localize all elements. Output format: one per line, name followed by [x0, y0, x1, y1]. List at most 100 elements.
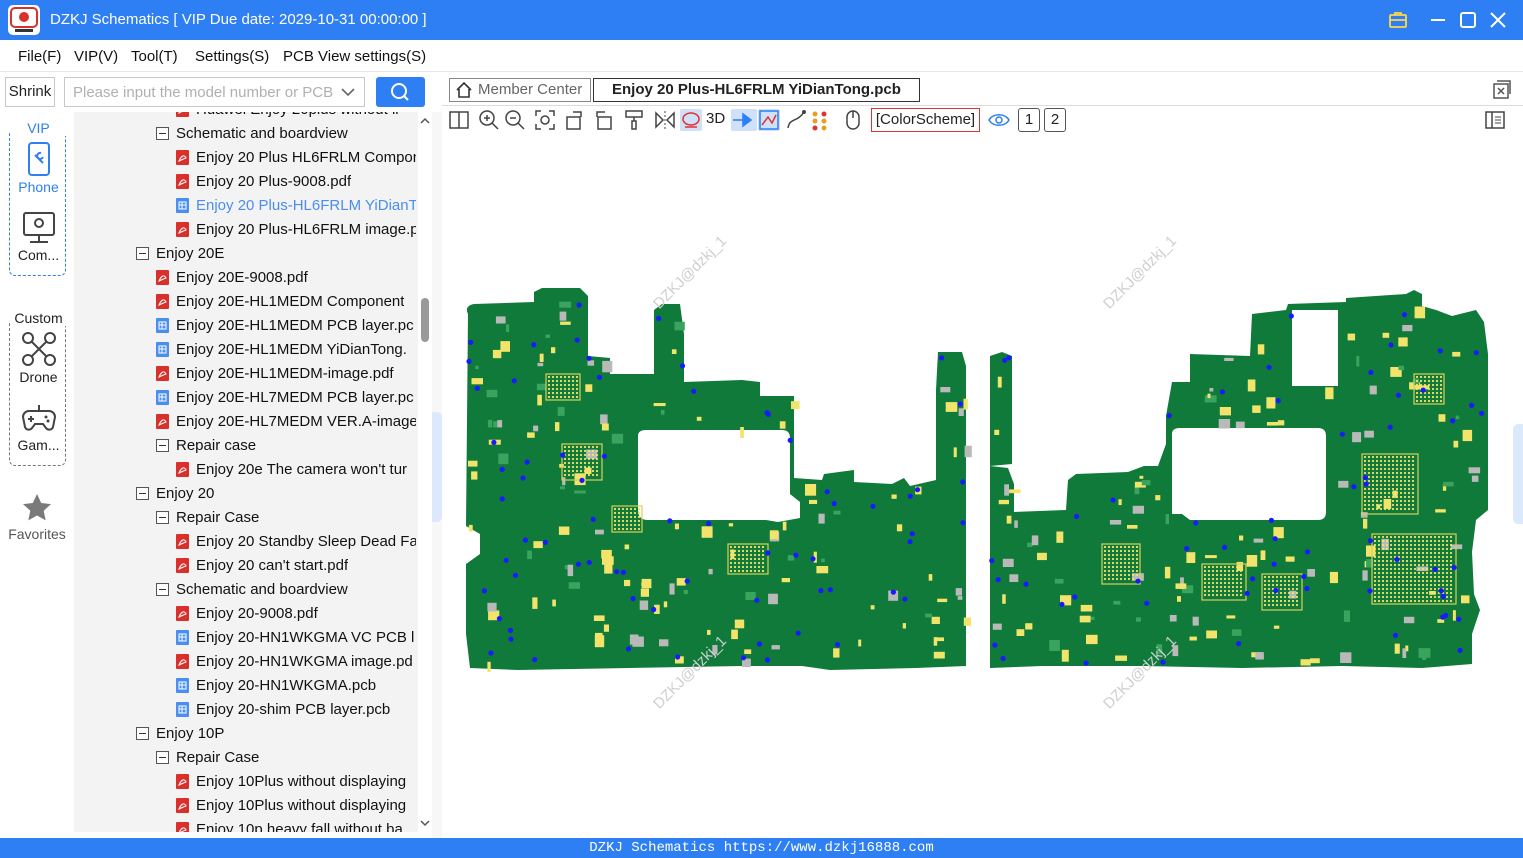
component-pad[interactable]: [891, 494, 897, 499]
net-point[interactable]: [466, 358, 472, 364]
component-pad[interactable]: [1257, 344, 1265, 355]
net-point[interactable]: [1401, 312, 1408, 318]
tree-file-pdf[interactable]: Enjoy 10Plus without displaying: [176, 793, 406, 817]
rotate-left-icon[interactable]: [564, 109, 586, 131]
tab-member-center[interactable]: Member Center: [449, 78, 592, 102]
net-point[interactable]: [532, 657, 538, 663]
net-point[interactable]: [1273, 587, 1279, 594]
component-pad[interactable]: [1443, 481, 1454, 487]
net-point[interactable]: [827, 587, 833, 593]
net-point[interactable]: [1266, 364, 1272, 370]
tree-folder[interactable]: Schematic and boardview: [156, 121, 348, 145]
component-pad[interactable]: [1462, 429, 1473, 442]
net-point[interactable]: [1268, 517, 1274, 523]
component-pad[interactable]: [1118, 499, 1122, 506]
component-pad[interactable]: [560, 321, 571, 325]
component-pad[interactable]: [1362, 570, 1368, 581]
collapse-toggle-icon[interactable]: [156, 438, 169, 452]
net-point[interactable]: [560, 452, 566, 458]
component-pad[interactable]: [1031, 535, 1039, 546]
component-pad[interactable]: [601, 423, 609, 431]
net-point[interactable]: [520, 475, 526, 481]
component-pad[interactable]: [1207, 393, 1211, 399]
net-point[interactable]: [488, 650, 494, 656]
net-point[interactable]: [499, 466, 505, 472]
component-pad[interactable]: [833, 648, 840, 658]
component-pad[interactable]: [539, 353, 544, 362]
component-pad[interactable]: [639, 600, 649, 610]
component-pad[interactable]: [791, 401, 800, 410]
net-point[interactable]: [818, 588, 824, 594]
component-pad[interactable]: [555, 422, 560, 432]
net-point[interactable]: [1184, 546, 1190, 552]
nav-favorites[interactable]: Favorites: [0, 486, 74, 554]
tree-scrollbar[interactable]: [418, 112, 432, 832]
menu-tool[interactable]: Tool(T): [131, 48, 178, 65]
component-pad[interactable]: [728, 523, 734, 527]
net-point[interactable]: [499, 496, 505, 502]
net-point[interactable]: [1362, 475, 1368, 481]
net-point[interactable]: [1221, 544, 1228, 550]
net-point[interactable]: [625, 646, 632, 652]
component-pad[interactable]: [676, 578, 686, 586]
component-pad[interactable]: [1338, 480, 1349, 488]
tree-file-pdf[interactable]: Enjoy 20-9008.pdf: [176, 601, 318, 625]
component-pad[interactable]: [498, 453, 509, 465]
tree-file-pdf[interactable]: Huawei Enjoy 20plus without li: [176, 112, 399, 121]
tree-file-pcb[interactable]: Enjoy 20 Plus-HL6FRLM YiDianT: [176, 193, 416, 217]
component-pad[interactable]: [506, 324, 510, 333]
component-pad[interactable]: [1014, 520, 1018, 528]
component-pad[interactable]: [1115, 655, 1127, 661]
net-point[interactable]: [1450, 418, 1456, 424]
component-pad[interactable]: [1231, 629, 1242, 636]
net-point[interactable]: [1457, 647, 1463, 654]
component-pad[interactable]: [487, 602, 497, 612]
net-point[interactable]: [630, 596, 636, 602]
component-pad[interactable]: [1079, 615, 1091, 623]
net-point[interactable]: [1339, 431, 1345, 437]
tree-file-pdf[interactable]: Enjoy 20 Plus HL6FRLM Compon: [176, 145, 416, 169]
component-pad[interactable]: [600, 414, 608, 425]
component-pad[interactable]: [902, 623, 906, 629]
component-pad[interactable]: [1468, 467, 1481, 474]
component-pad[interactable]: [532, 597, 538, 609]
component-pad[interactable]: [933, 637, 938, 646]
tree-file-pdf[interactable]: Enjoy 20 Standby Sleep Dead Fa: [176, 529, 416, 553]
close-button[interactable]: [1486, 8, 1510, 32]
component-pad[interactable]: [632, 636, 644, 647]
tree-folder[interactable]: Repair Case: [156, 505, 259, 529]
net-point[interactable]: [1074, 513, 1080, 520]
net-point[interactable]: [1388, 342, 1394, 348]
collapse-toggle-icon[interactable]: [136, 726, 149, 740]
component-pad[interactable]: [640, 588, 649, 597]
component-pad[interactable]: [1273, 625, 1280, 629]
component-pad[interactable]: [1219, 407, 1231, 416]
component-pad[interactable]: [858, 639, 862, 647]
component-pad[interactable]: [1364, 430, 1374, 438]
component-pad[interactable]: [1307, 569, 1315, 577]
component-pad[interactable]: [527, 550, 532, 560]
net-point[interactable]: [1440, 593, 1446, 599]
net-point[interactable]: [764, 657, 771, 663]
net-point[interactable]: [586, 355, 592, 361]
net-point[interactable]: [1250, 576, 1256, 582]
net-point[interactable]: [1271, 561, 1277, 567]
component-pad[interactable]: [1239, 535, 1244, 541]
component-pad[interactable]: [533, 425, 539, 432]
component-pad[interactable]: [527, 432, 535, 438]
component-pad[interactable]: [1175, 583, 1187, 589]
net-point[interactable]: [960, 520, 966, 526]
eye-icon[interactable]: [988, 109, 1010, 131]
menu-pcb-view-settings[interactable]: PCB View settings(S): [283, 48, 426, 65]
component-pad[interactable]: [1004, 484, 1009, 496]
component-pad[interactable]: [1049, 640, 1060, 651]
net-point[interactable]: [1392, 632, 1399, 638]
fit-view-icon[interactable]: [534, 109, 556, 131]
net-point[interactable]: [522, 537, 528, 543]
component-pad[interactable]: [955, 588, 962, 596]
side-panel-icon[interactable]: [1484, 109, 1506, 131]
net-point[interactable]: [824, 489, 830, 495]
component-pad[interactable]: [1352, 432, 1362, 443]
component-pad[interactable]: [1165, 514, 1169, 525]
component-pad[interactable]: [1246, 555, 1258, 567]
